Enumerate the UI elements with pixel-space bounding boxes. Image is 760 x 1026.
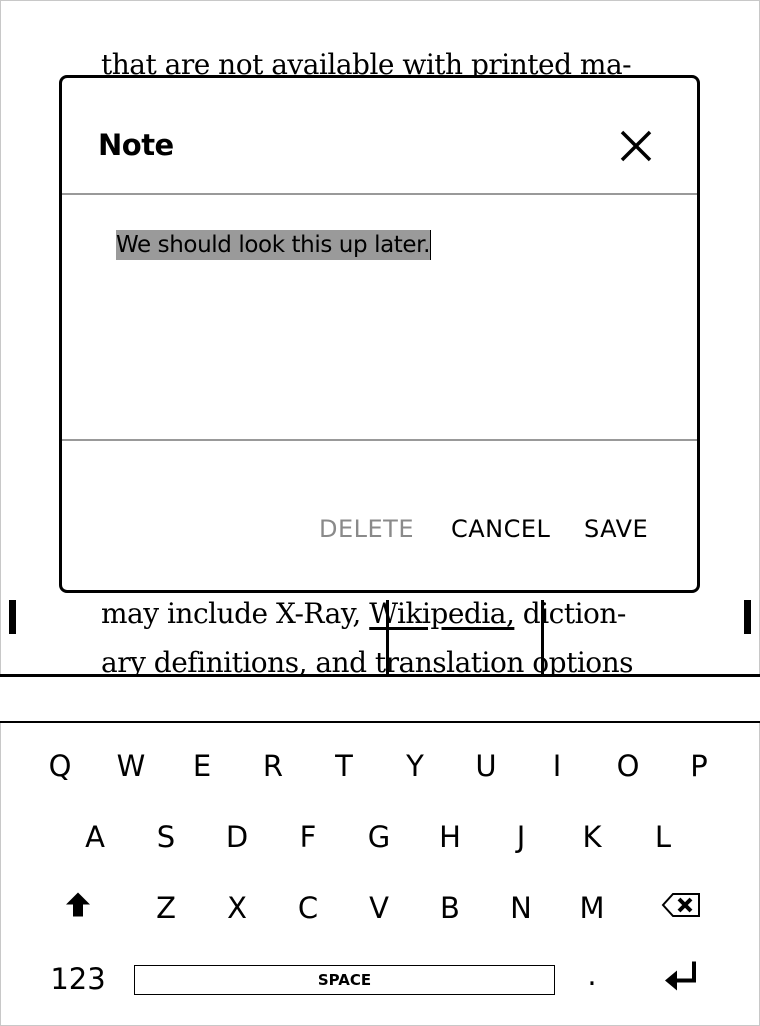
book-text-line-selected: may include X-Ray, Wikipedia, diction- [101, 597, 626, 630]
key-o[interactable]: O [617, 749, 640, 783]
note-text: We should look this up later. [116, 230, 432, 260]
dialog-title: Note [98, 128, 174, 162]
close-icon[interactable] [618, 128, 654, 164]
divider [0, 674, 760, 677]
key-a[interactable]: A [85, 820, 105, 854]
selected-word[interactable]: Wikipedia, [369, 597, 515, 630]
key-v[interactable]: V [369, 891, 389, 925]
space-key[interactable]: SPACE [134, 965, 555, 995]
book-text: diction- [514, 597, 627, 630]
divider [62, 439, 697, 441]
key-b[interactable]: B [440, 891, 460, 925]
key-c[interactable]: C [298, 891, 318, 925]
cancel-button[interactable]: CANCEL [451, 515, 550, 543]
selection-handle-left[interactable] [9, 600, 16, 634]
save-button[interactable]: SAVE [584, 515, 648, 543]
period-key[interactable]: . [587, 958, 596, 992]
key-j[interactable]: J [517, 820, 526, 854]
keyboard-top-divider [0, 721, 760, 723]
key-y[interactable]: Y [406, 749, 424, 783]
key-q[interactable]: Q [49, 749, 72, 783]
divider [62, 193, 697, 195]
key-n[interactable]: N [510, 891, 532, 925]
key-h[interactable]: H [439, 820, 461, 854]
enter-icon[interactable] [663, 960, 699, 999]
numbers-key[interactable]: 123 [50, 962, 105, 996]
delete-button[interactable]: DELETE [319, 515, 414, 543]
shift-arrow-icon[interactable] [64, 891, 92, 926]
key-e[interactable]: E [193, 749, 211, 783]
book-text: may include X-Ray, [101, 597, 370, 630]
note-input[interactable]: We should look this up later. [116, 230, 636, 422]
key-p[interactable]: P [690, 749, 708, 783]
text-mask [0, 677, 760, 721]
selection-end-bracket[interactable] [541, 600, 544, 675]
backspace-icon[interactable] [661, 891, 701, 925]
key-l[interactable]: L [655, 820, 671, 854]
key-z[interactable]: Z [156, 891, 176, 925]
key-s[interactable]: S [157, 820, 175, 854]
key-x[interactable]: X [227, 891, 247, 925]
key-u[interactable]: U [475, 749, 496, 783]
key-t[interactable]: T [335, 749, 353, 783]
key-d[interactable]: D [226, 820, 248, 854]
selection-start-bracket[interactable] [386, 600, 389, 675]
key-m[interactable]: M [579, 891, 604, 925]
key-r[interactable]: R [263, 749, 283, 783]
key-g[interactable]: G [368, 820, 390, 854]
key-f[interactable]: F [300, 820, 317, 854]
key-i[interactable]: I [553, 749, 562, 783]
note-dialog: Note We should look this up later. DELET… [59, 75, 700, 593]
key-w[interactable]: W [117, 749, 146, 783]
key-k[interactable]: K [582, 820, 601, 854]
selection-handle-right[interactable] [744, 600, 751, 634]
